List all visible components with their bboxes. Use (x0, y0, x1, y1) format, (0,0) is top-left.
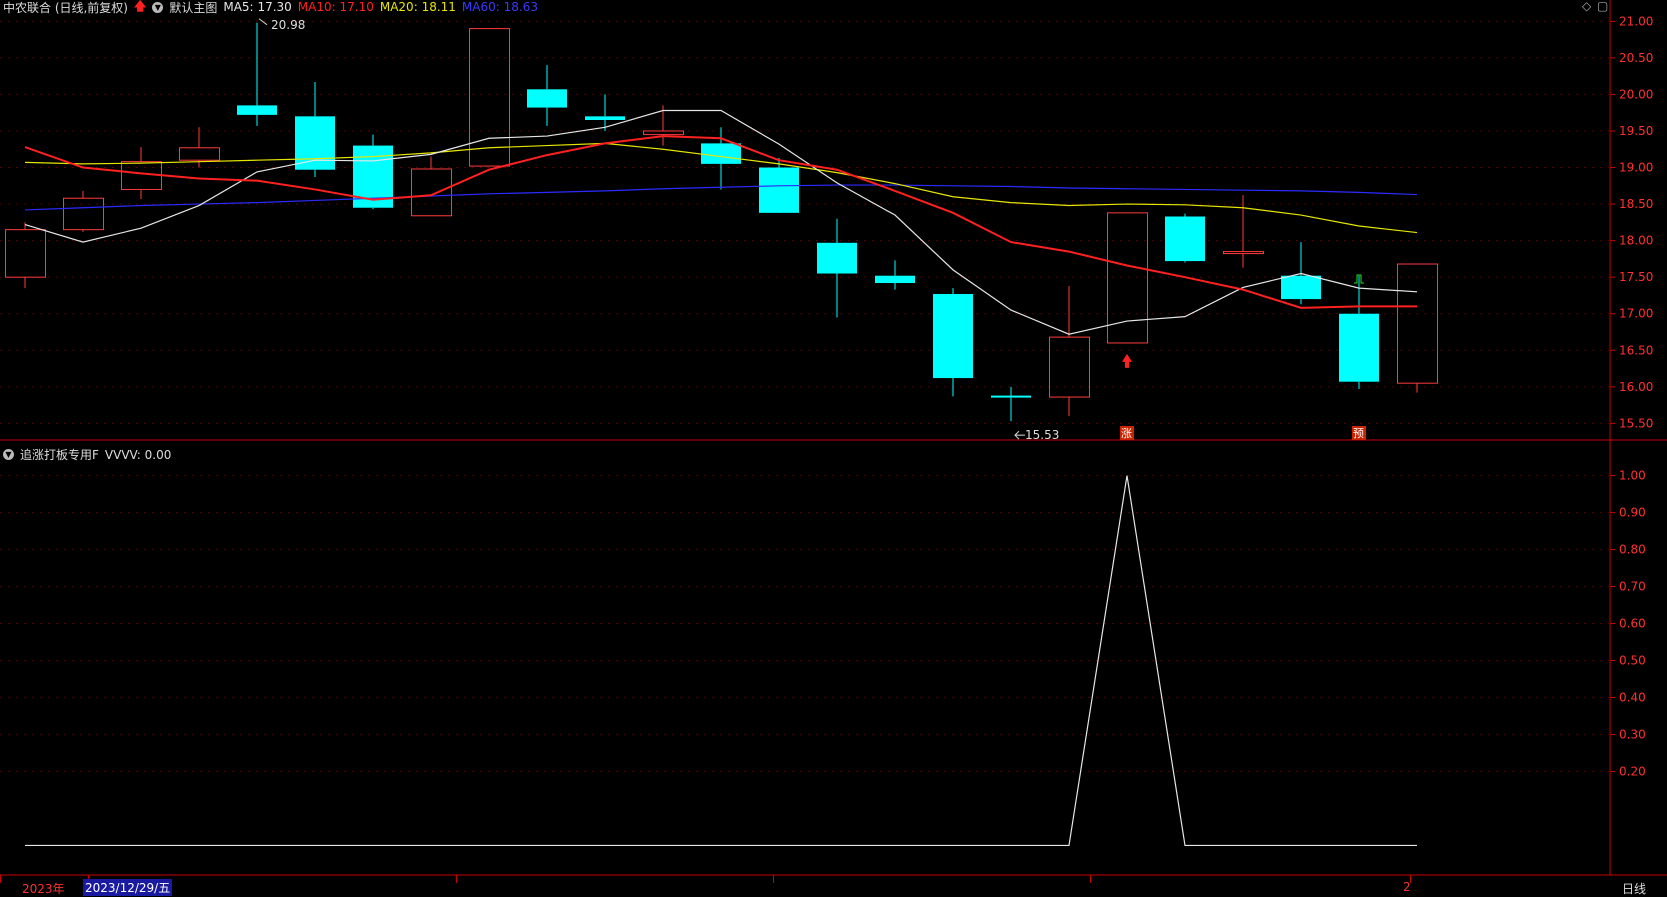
maximize-icon[interactable]: ▢ (1597, 0, 1608, 13)
y-tick-label: 1.00 (1619, 469, 1646, 483)
candle-body (1223, 251, 1264, 255)
indicator-toggle-icon[interactable]: ▼ (3, 449, 14, 460)
candle-body (759, 167, 799, 213)
extreme-marker (1014, 430, 1025, 440)
y-tick-label: 0.30 (1619, 727, 1646, 741)
candle-body (469, 28, 510, 167)
ma5-legend: MA5: 17.30 (223, 0, 291, 14)
ma20-label: MA20: (379, 0, 418, 14)
template-label[interactable]: 默认主图 (169, 0, 217, 16)
candle-body (991, 395, 1031, 398)
y-tick-label: 15.50 (1619, 416, 1653, 430)
candle-body (63, 197, 104, 231)
ma10-label: MA10: (297, 0, 336, 14)
ma60-legend: MA60: 18.63 (462, 0, 538, 14)
y-tick-label: 0.60 (1619, 617, 1646, 631)
y-tick-label: 0.90 (1619, 506, 1646, 520)
y-tick-label: 19.00 (1619, 161, 1653, 175)
y-tick-label: 16.50 (1619, 343, 1653, 357)
y-tick-label: 0.20 (1619, 764, 1646, 778)
y-tick-label: 0.40 (1619, 690, 1646, 704)
y-tick-label: 18.00 (1619, 234, 1653, 248)
ma5-label: MA5: (223, 0, 254, 14)
candle-body (1165, 216, 1205, 262)
settings-toggle-icon[interactable]: ▼ (152, 1, 164, 13)
extreme-label: 20.98 (271, 18, 305, 32)
ma10-legend: MA10: 17.10 (298, 0, 374, 14)
candle-body (1049, 336, 1090, 398)
extreme-label: 15.53 (1025, 428, 1059, 442)
period-label[interactable]: 日线 (1622, 880, 1646, 897)
ma20-value: 18.11 (421, 0, 456, 14)
signal-label: 预 (1353, 427, 1364, 440)
ma5-value: 17.30 (257, 0, 292, 14)
candle-body (1339, 313, 1379, 382)
indicator-value: VVVV: 0.00 (104, 447, 172, 462)
diamond-icon[interactable]: ◇ (1582, 0, 1591, 13)
candle-body (179, 147, 220, 161)
ma60-label: MA60: (461, 0, 500, 14)
candle-body (5, 229, 46, 278)
y-tick-label: 21.00 (1619, 14, 1653, 28)
y-tick-label: 20.00 (1619, 87, 1653, 101)
main-legend: 中农联合 (日线,前复权) 🡅 ▼ 默认主图 MA5: 17.30 MA10: … (3, 0, 538, 16)
y-tick-label: 0.70 (1619, 580, 1646, 594)
year-label: 2023年 (22, 882, 65, 896)
stock-title[interactable]: 中农联合 (日线,前复权) (3, 0, 128, 16)
candle-body (643, 130, 684, 136)
candle-body (817, 242, 857, 274)
candle-body (1107, 212, 1148, 344)
y-tick-label: 16.00 (1619, 380, 1653, 394)
indicator-name[interactable]: 追涨打板专用F (20, 446, 99, 463)
ma20-legend: MA20: 18.11 (380, 0, 456, 14)
x-tick-label: 2 (1403, 880, 1411, 894)
candle-body (527, 89, 567, 108)
y-tick-label: 17.00 (1619, 307, 1653, 321)
candle-body (1281, 275, 1321, 300)
candle-body (1397, 263, 1438, 384)
ma60-value: 18.63 (503, 0, 538, 14)
y-tick-label: 0.80 (1619, 543, 1646, 557)
buy-arrow-icon (1122, 353, 1132, 368)
candle-body (585, 116, 625, 120)
ma10-value: 17.10 (339, 0, 374, 14)
indicator-legend: ▼ 追涨打板专用F VVVV: 0.00 (3, 446, 171, 463)
y-tick-label: 17.50 (1619, 270, 1653, 284)
signal-label: 涨 (1121, 427, 1132, 440)
candle-body (295, 116, 335, 170)
y-tick-label: 0.50 (1619, 654, 1646, 668)
cursor-date-label: 2023/12/29/五 (83, 879, 173, 896)
candle-body (875, 275, 915, 284)
candle-body (701, 143, 741, 164)
y-tick-label: 19.50 (1619, 124, 1653, 138)
candle-body (411, 168, 452, 217)
candle-body (237, 105, 277, 115)
y-tick-label: 20.50 (1619, 51, 1653, 65)
y-tick-label: 18.50 (1619, 197, 1653, 211)
up-arrow-icon: 🡅 (134, 0, 147, 13)
candle-body (933, 293, 973, 379)
stock-chart[interactable]: 21.0020.5020.0019.5019.0018.5018.0017.50… (0, 0, 1667, 897)
